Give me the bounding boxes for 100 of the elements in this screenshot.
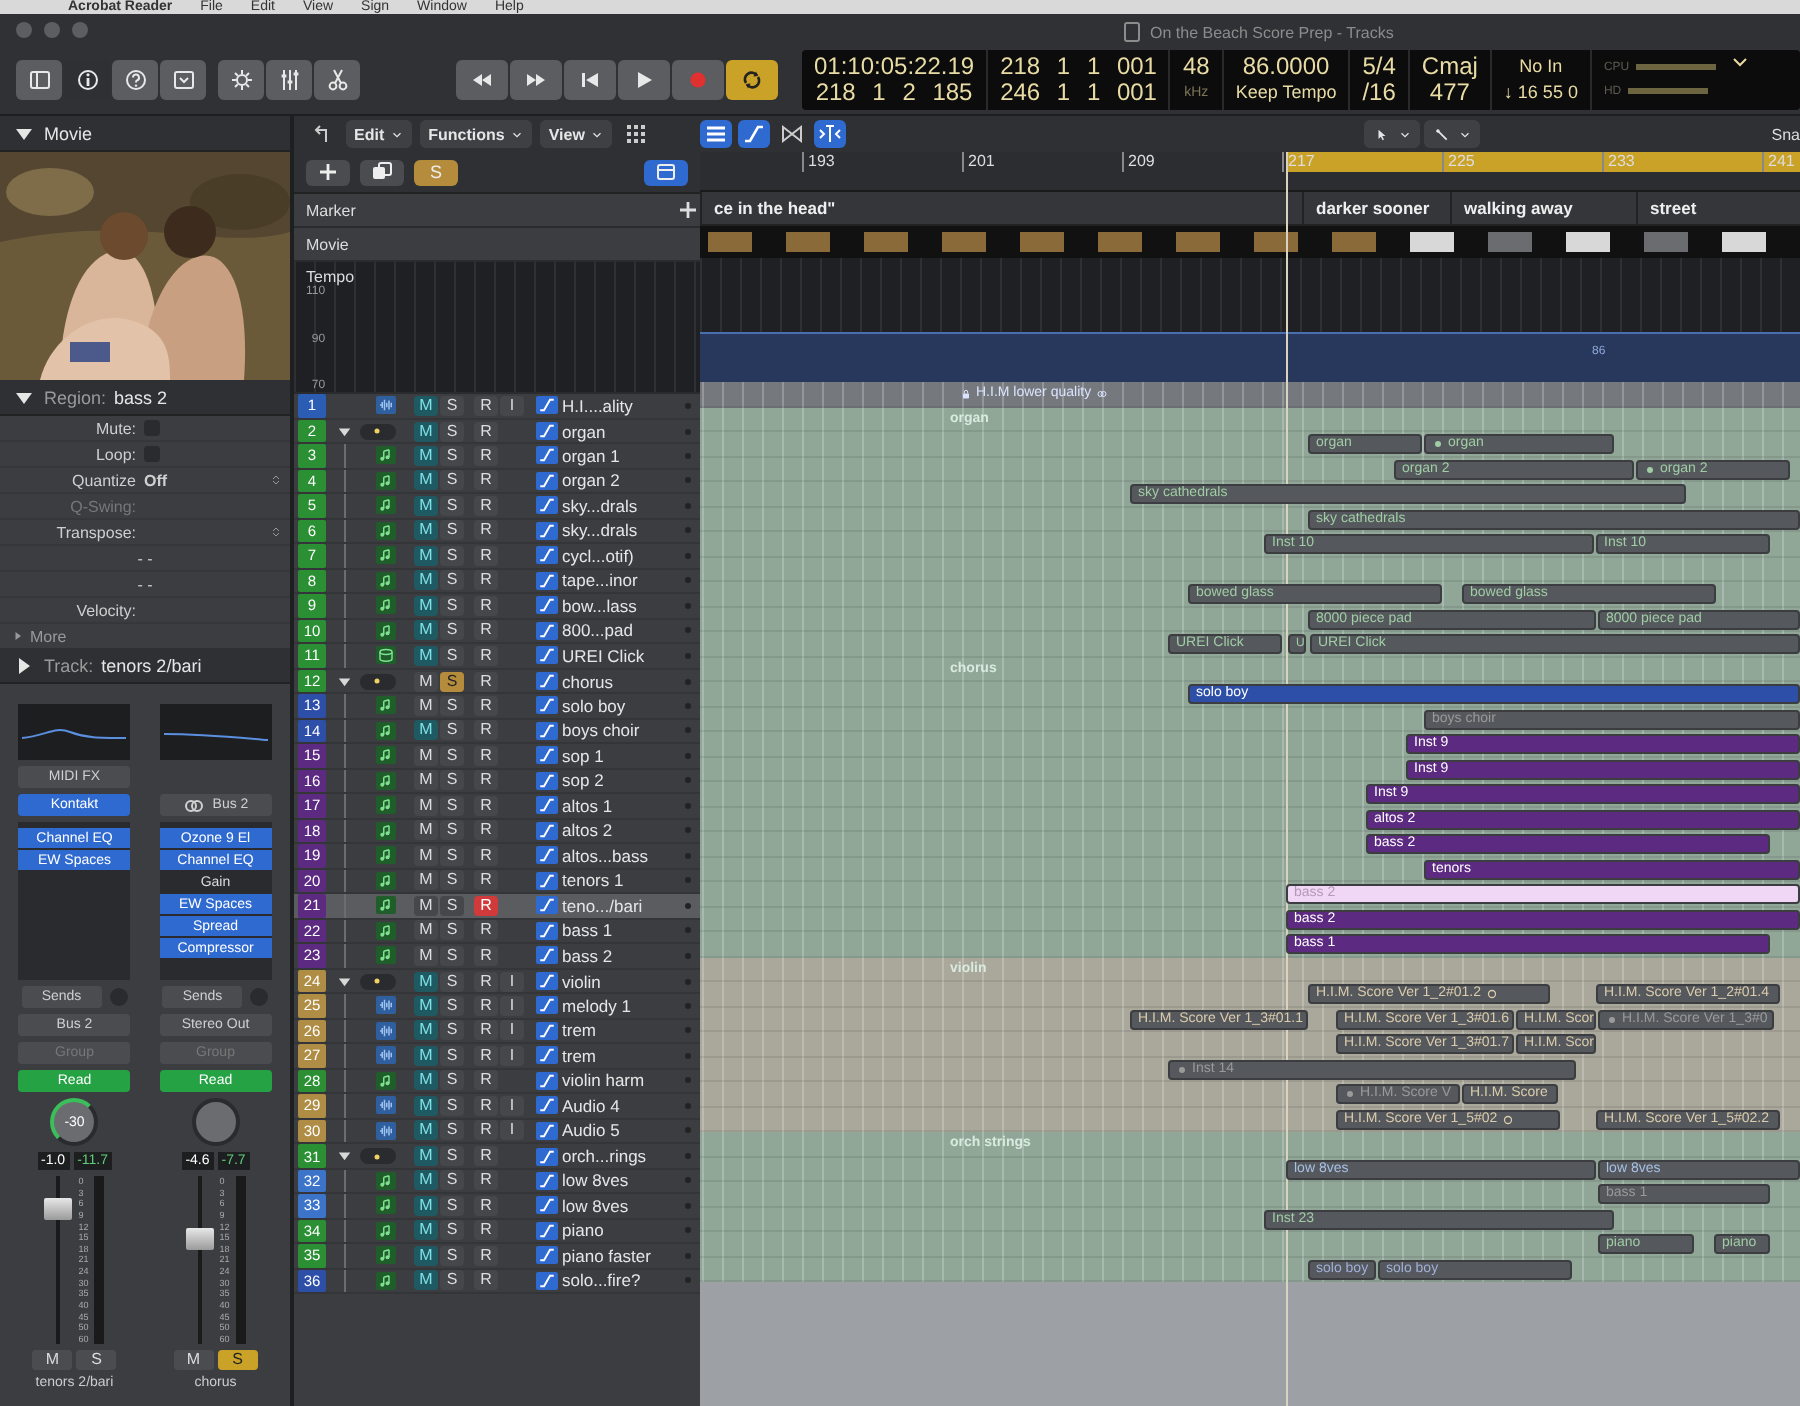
eq-graph[interactable] [159, 704, 272, 760]
menu-button[interactable]: View [540, 120, 613, 148]
solo-button[interactable]: S [440, 620, 464, 641]
automation-icon[interactable] [536, 746, 558, 765]
library-button[interactable] [16, 59, 62, 99]
solo-button[interactable]: S [440, 1270, 464, 1291]
automation-icon[interactable] [536, 1046, 558, 1065]
mute-button[interactable]: M [414, 1020, 438, 1041]
plus-icon[interactable] [676, 198, 700, 222]
automation-icon[interactable] [536, 621, 558, 640]
mute-button[interactable]: M [414, 495, 438, 516]
fader-thumb[interactable] [44, 1197, 73, 1220]
solo-button[interactable]: S [440, 470, 464, 491]
record-enable-button[interactable]: R [474, 495, 498, 516]
input-monitor-button[interactable]: I [500, 1120, 524, 1141]
mute-button[interactable]: M [414, 1195, 438, 1216]
solo-button[interactable]: S [440, 1146, 464, 1166]
mute-button[interactable]: M [414, 545, 438, 566]
mute-button[interactable]: M [414, 520, 438, 541]
input-monitor-button[interactable]: I [500, 1045, 524, 1066]
mute-button[interactable]: M [414, 570, 438, 591]
automation-icon[interactable] [536, 646, 558, 665]
mute-button[interactable]: M [414, 820, 438, 841]
automation-icon[interactable] [536, 1271, 558, 1290]
mute-button[interactable]: M [414, 795, 438, 816]
solo-button[interactable]: S [440, 895, 464, 916]
solo-button[interactable]: S [217, 1350, 258, 1370]
record-enable-button[interactable]: R [474, 1220, 498, 1241]
solo-button[interactable]: S [440, 645, 464, 666]
record-enable-button[interactable]: R [474, 1270, 498, 1291]
record-enable-button[interactable]: R [474, 1195, 498, 1216]
solo-button[interactable]: S [440, 820, 464, 841]
solo-button[interactable]: S [440, 1245, 464, 1266]
solo-button[interactable]: S [440, 1220, 464, 1241]
solo-button[interactable]: S [440, 495, 464, 516]
automation-icon[interactable] [536, 946, 558, 965]
automation-icon[interactable] [536, 1196, 558, 1215]
mute-button[interactable]: M [414, 1045, 438, 1066]
flex-button[interactable] [776, 120, 808, 148]
mute-button[interactable]: M [173, 1350, 214, 1370]
solo-button[interactable]: S [440, 945, 464, 966]
record-enable-button[interactable]: R [474, 770, 498, 791]
input-monitor-button[interactable]: I [500, 1020, 524, 1041]
automation-icon[interactable] [536, 1171, 558, 1190]
stepper-icon[interactable] [270, 472, 282, 488]
solo-button[interactable]: S [440, 720, 464, 741]
automation-icon[interactable] [536, 396, 558, 415]
mute-button[interactable]: M [414, 395, 438, 416]
record-enable-button[interactable]: R [474, 695, 498, 716]
automation-icon[interactable] [536, 1147, 558, 1165]
mute-button[interactable]: M [414, 1245, 438, 1266]
automation-icon[interactable] [536, 796, 558, 815]
duplicate-track-button[interactable] [360, 159, 404, 185]
mute-button[interactable]: M [414, 620, 438, 641]
record-enable-button[interactable]: R [474, 720, 498, 741]
solo-button[interactable]: S [440, 695, 464, 716]
mute-button[interactable]: M [32, 1350, 73, 1370]
line-tool-button[interactable] [1424, 120, 1480, 148]
record-enable-button[interactable]: R [474, 870, 498, 891]
solo-button[interactable]: S [76, 1350, 117, 1370]
timeline-ruler[interactable]: 193 201 209 217 225 233 241 [700, 152, 1800, 192]
automation-icon[interactable] [536, 696, 558, 715]
select-value[interactable]: Off [144, 471, 168, 489]
mute-button[interactable]: M [414, 470, 438, 491]
record-enable-button[interactable]: R [474, 895, 498, 916]
mute-button[interactable]: M [414, 445, 438, 466]
catch-button[interactable] [814, 120, 846, 148]
editors-button[interactable] [160, 59, 206, 99]
pointer-tool-button[interactable] [1364, 120, 1420, 148]
tostart-button[interactable] [564, 59, 616, 99]
automation-icon[interactable] [536, 972, 558, 990]
solo-button[interactable]: S [440, 395, 464, 416]
mute-button[interactable]: M [414, 971, 438, 991]
forward-button[interactable] [510, 59, 562, 99]
record-enable-button[interactable]: R [474, 595, 498, 616]
help-button[interactable] [112, 59, 158, 99]
automation-icon[interactable] [536, 1121, 558, 1140]
mute-button[interactable]: M [414, 1070, 438, 1091]
mute-button[interactable]: M [414, 720, 438, 741]
automation-icon[interactable] [536, 896, 558, 915]
automation-icon[interactable] [536, 672, 558, 690]
record-enable-button[interactable]: R [474, 520, 498, 541]
mute-button[interactable]: M [414, 421, 438, 441]
record-enable-button[interactable]: R [474, 445, 498, 466]
record-enable-button[interactable]: R [474, 1170, 498, 1191]
record-enable-button[interactable]: R [474, 470, 498, 491]
automation-icon[interactable] [536, 846, 558, 865]
automation-icon[interactable] [536, 1071, 558, 1090]
play-button[interactable] [618, 59, 670, 99]
solo-button[interactable]: S [440, 1070, 464, 1091]
record-enable-button[interactable]: R [474, 1120, 498, 1141]
record-enable-button[interactable]: R [474, 1045, 498, 1066]
automation-icon[interactable] [536, 721, 558, 740]
mute-button[interactable]: M [414, 745, 438, 766]
solo-button[interactable]: S [440, 1120, 464, 1141]
fader-thumb[interactable] [185, 1227, 214, 1250]
automation-icon[interactable] [536, 596, 558, 615]
automation-icon[interactable] [536, 921, 558, 940]
record-enable-button[interactable]: R [474, 421, 498, 441]
mute-button[interactable]: M [414, 595, 438, 616]
